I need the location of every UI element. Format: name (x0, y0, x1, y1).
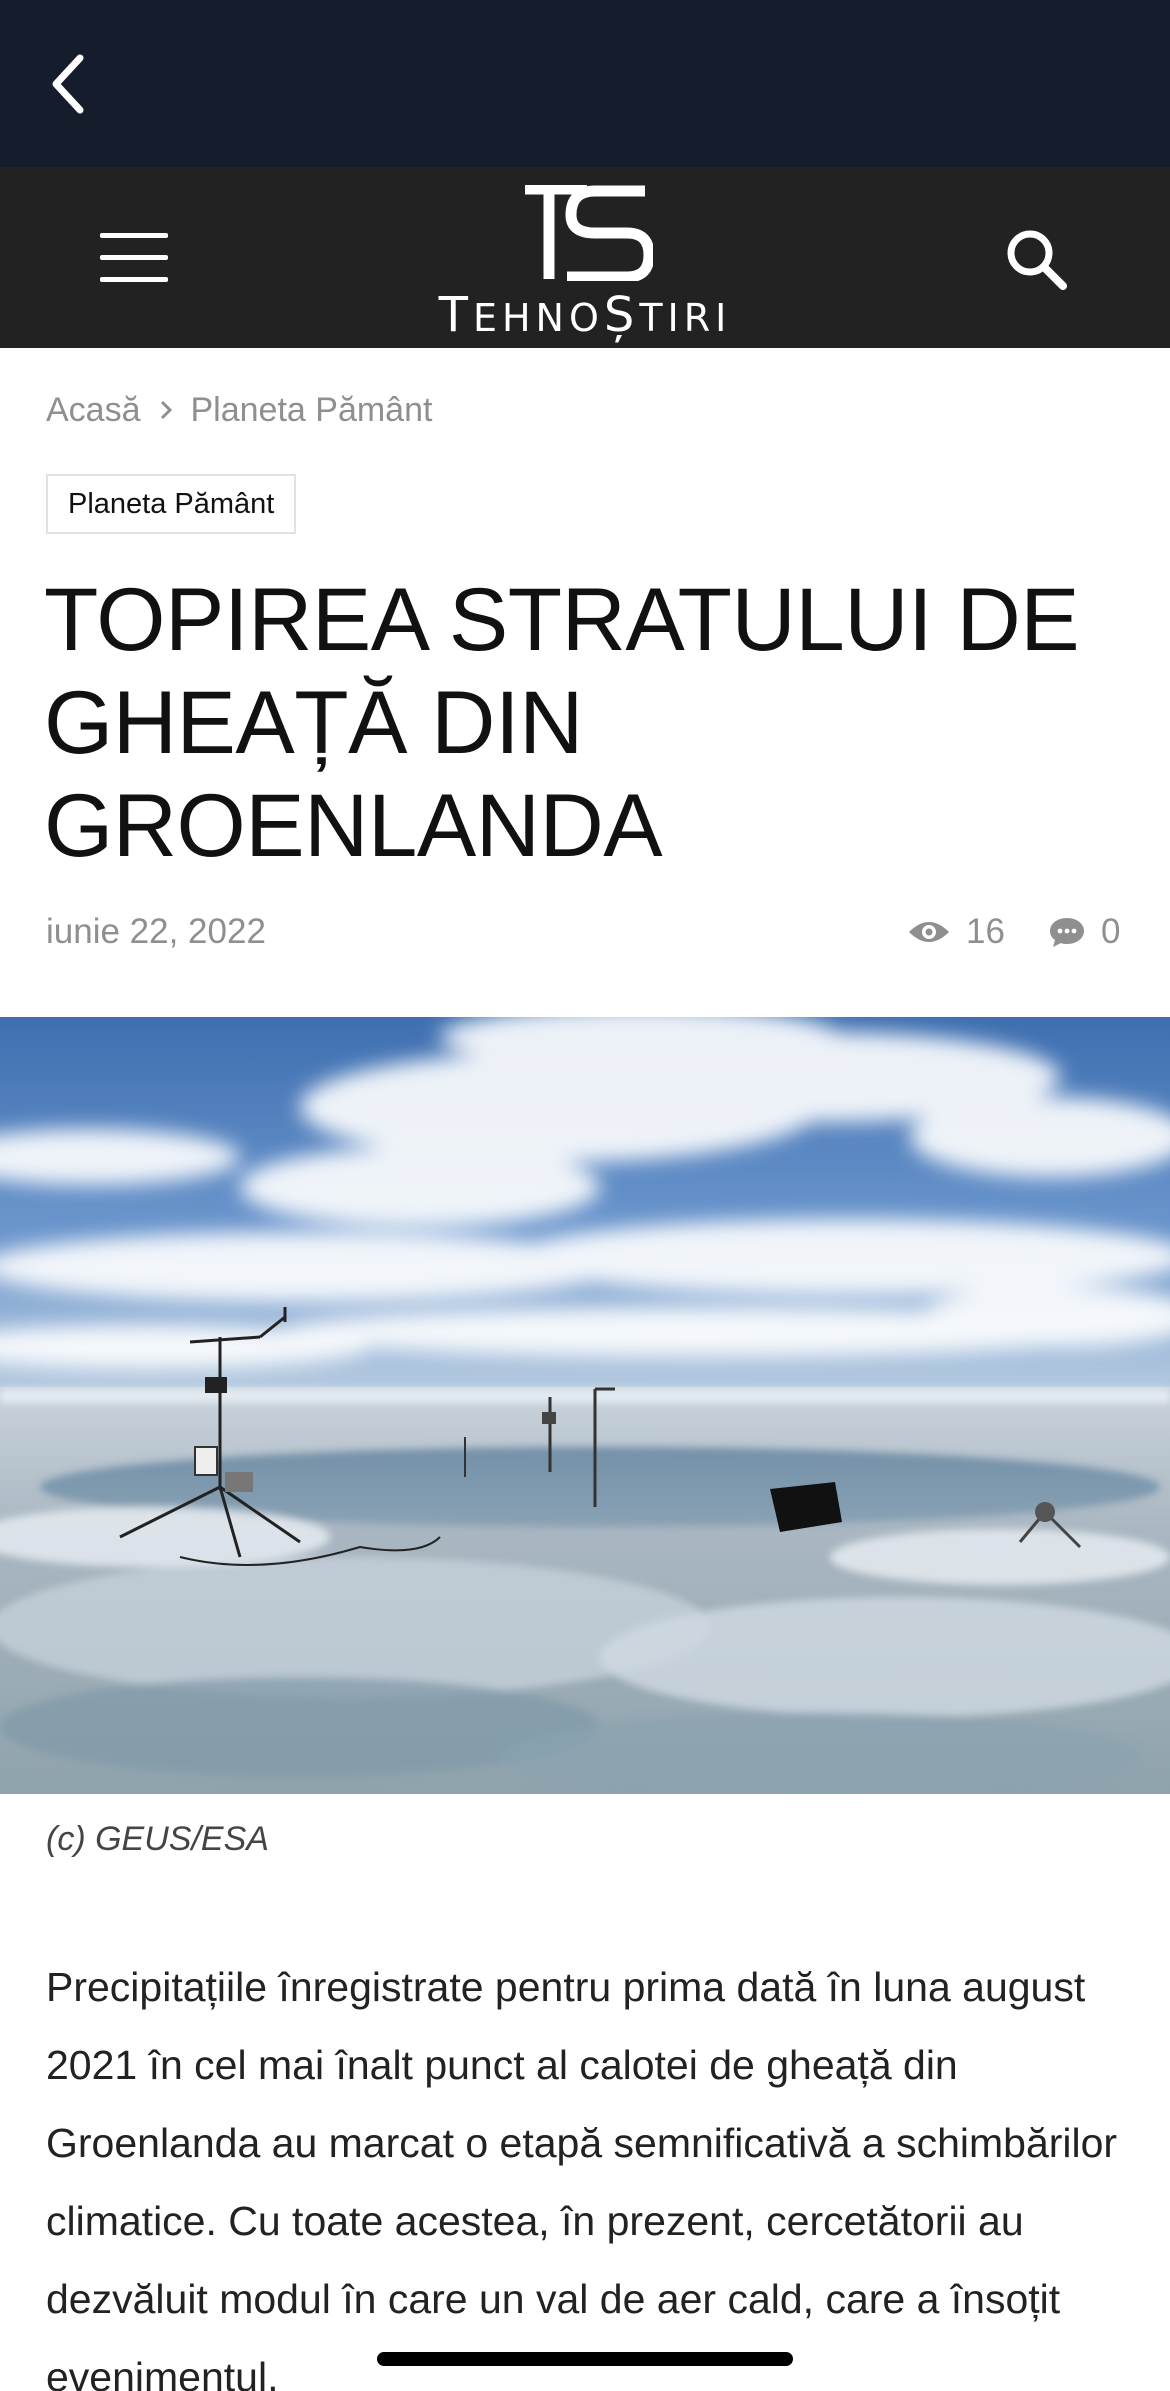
menu-button[interactable] (92, 222, 178, 294)
image-caption: (c) GEUS/ESA (46, 1820, 269, 1858)
category-tag[interactable]: Planeta Pământ (46, 474, 297, 534)
breadcrumb-current-link[interactable]: Planeta Pământ (191, 391, 433, 430)
top-nav-bar (0, 0, 1170, 167)
comment-count[interactable]: 0 (1049, 912, 1120, 952)
breadcrumb-home-link[interactable]: Acasă (46, 391, 141, 430)
article-title: TOPIREA STRATULUI DE GHEAȚĂ DIN GROENLAN… (44, 569, 1080, 875)
article-hero-image[interactable] (0, 1017, 1170, 1794)
chevron-right-icon (159, 399, 173, 421)
greenland-ice-sheet-photo (0, 1017, 1170, 1794)
breadcrumb: Acasă Planeta Pământ (46, 388, 432, 432)
search-icon (1007, 230, 1067, 290)
home-indicator[interactable] (377, 2352, 793, 2366)
article-date: iunie 22, 2022 (46, 912, 266, 951)
logo-wordmark: TEHNOȘTIRI (438, 287, 732, 343)
search-button[interactable] (996, 219, 1076, 299)
article-meta: iunie 22, 2022 16 0 (46, 908, 1126, 958)
chevron-left-icon (52, 54, 84, 114)
site-header: TEHNOȘTIRI (0, 167, 1170, 348)
logo-mark-icon (525, 185, 653, 281)
eye-icon (909, 922, 949, 942)
article-body: Precipitațiile înregistrate pentru prima… (46, 1964, 1118, 2391)
view-count: 16 (908, 912, 1005, 952)
site-logo[interactable]: TEHNOȘTIRI (435, 185, 735, 343)
comment-count-value: 0 (1101, 912, 1121, 951)
comment-bubble-icon (1050, 918, 1084, 947)
view-count-value: 16 (966, 912, 1005, 951)
back-button[interactable] (38, 48, 98, 120)
hamburger-menu-icon (100, 233, 168, 282)
